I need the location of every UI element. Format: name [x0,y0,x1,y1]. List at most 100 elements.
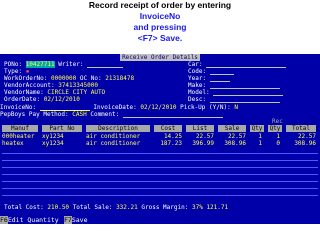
oc-no-label: OC No: [79,75,102,82]
empty-row-line [2,181,318,182]
type-label: Type: [4,68,23,75]
total-cost-label: Total Cost: [4,204,44,211]
model-label: Model: [188,89,210,96]
work-order-row: WorkOrderNo: 0000000 OC No: 21318478 [4,75,134,82]
window-title: Receive Order Details [120,54,200,61]
totals-row: Total Cost: 210.50 Total Sale: 332.21 Gr… [4,204,228,211]
desc-row: Desc: [188,96,280,103]
rec-label: Rec [272,118,283,125]
col-qty: Qty [250,125,264,132]
vendor-name-label: VendorName: [4,89,44,96]
col-description: Description [86,125,150,132]
col-cost: Cost [154,125,182,132]
model-row: Model: [188,89,284,96]
type-marker: ▪ [25,68,30,75]
invoice-date-value[interactable]: 02/12/2010 [140,104,176,111]
pay-method-value[interactable]: CASH [72,111,86,118]
vendor-account-label: VendorAccount: [4,82,55,89]
desc-label: Desc: [188,96,207,103]
col-rec-qty: Qty [268,125,282,132]
year-row: Year: [188,75,230,82]
vendor-name-row: VendorName: CIRCLE CITY AUTO [4,89,105,96]
code-row: Code: [188,68,234,75]
invoice-no-label: InvoiceNo: [0,104,37,111]
work-order-label: WorkOrderNo: [4,75,48,82]
cell-part-no: xy1234 [42,133,64,140]
f6-edit-quantity-key[interactable]: F6Edit Quantity [0,216,59,224]
vendor-name-value: CIRCLE CITY AUTO [47,89,106,96]
f7-key-label: Save [71,216,88,224]
vendor-account-value: 37413345000 [58,82,98,89]
f6-key-label: Edit Quantity [7,216,59,224]
car-label: Car: [188,61,203,68]
cell-qty: 1 [258,133,262,140]
desc-field[interactable] [209,97,280,103]
po-no-value: 10427711 [25,61,55,68]
cell-qty: 1 [258,140,262,147]
terminal-window: Receive Order Details PONo: 10427711 Wri… [0,54,320,224]
cell-sale: 308.96 [224,140,246,147]
cell-cost: 14.25 [163,133,182,140]
caption-line-1: Record receipt of order by entering [88,0,232,10]
pickup-label: Pick-Up (Y/N): [180,104,231,111]
invoice-row: InvoiceNo: InvoiceDate: 02/12/2010 Pick-… [0,104,238,111]
cell-part-no: xy1234 [42,140,64,147]
order-date-row: OrderDate: 02/12/2010 [4,96,80,103]
type-row: Type: ▪ [4,68,29,75]
empty-row-line [2,160,318,161]
gross-margin-value: 121.71 [206,204,229,211]
grid-header: Manuf Part No Description Cost List Sale… [0,125,320,132]
comment-input[interactable] [122,112,223,118]
make-row: Make: [188,82,280,89]
function-key-bar: F6Edit Quantity F7Save [0,216,320,224]
col-total: Total [286,125,316,132]
year-label: Year: [188,75,207,82]
cell-cost: 187.23 [160,140,182,147]
table-row[interactable]: 000heater xy1234 air conditioner 14.25 2… [0,133,320,140]
cell-list: 22.57 [195,133,214,140]
cell-rec-qty[interactable]: 1 [268,133,280,140]
f7-save-key[interactable]: F7Save [64,216,87,224]
caption-line-3: and pressing [133,22,187,32]
writer-label: Writer: [58,61,84,68]
cell-manuf: 000heater [2,133,35,140]
cell-list: 396.99 [192,140,214,147]
car-row: Car: [188,61,287,68]
col-list: List [186,125,214,132]
col-manuf: Manuf [2,125,38,132]
empty-row-line [2,174,318,175]
po-no-row: PONo: 10427711 Writer: [4,61,124,68]
col-part-no: Part No [42,125,82,132]
empty-row-line [2,188,318,189]
f7-key-cap: F7 [64,216,72,224]
instruction-caption: Record receipt of order by entering Invo… [0,0,320,44]
cell-total: 22.57 [297,133,316,140]
caption-line-2: InvoiceNo [139,11,181,21]
comment-label: Comment: [90,111,120,118]
total-sale-label: Total Sale: [72,204,113,211]
empty-row-line [2,167,318,168]
cell-manuf: heatex [2,140,24,147]
gross-margin-label: Gross Margin: [141,204,189,211]
cell-description: air conditioner [86,133,141,140]
work-order-value: 0000000 [50,75,77,82]
make-label: Make: [188,82,207,89]
pay-method-label: PepBoys Pay Method: [0,111,69,118]
order-date-label: OrderDate: [4,96,41,103]
code-label: Code: [188,68,207,75]
empty-row-line [2,195,318,196]
f6-key-cap: F6 [0,216,8,224]
cell-description: air conditioner [86,140,141,147]
cell-rec-qty[interactable]: 0 [268,140,280,147]
vendor-account-row: VendorAccount: 37413345000 [4,82,98,89]
cell-total: 308.96 [294,140,316,147]
col-sale: Sale [218,125,246,132]
empty-row-line [2,153,318,154]
cell-sale: 22.57 [227,133,246,140]
pickup-value[interactable]: N [234,104,238,111]
total-cost-value: 210.50 [47,204,70,211]
order-date-value: 02/12/2010 [43,96,80,103]
caption-line-4: <F7> Save. [137,33,183,43]
writer-field[interactable] [87,62,124,68]
table-row[interactable]: heatex xy1234 air conditioner 187.23 396… [0,140,320,147]
